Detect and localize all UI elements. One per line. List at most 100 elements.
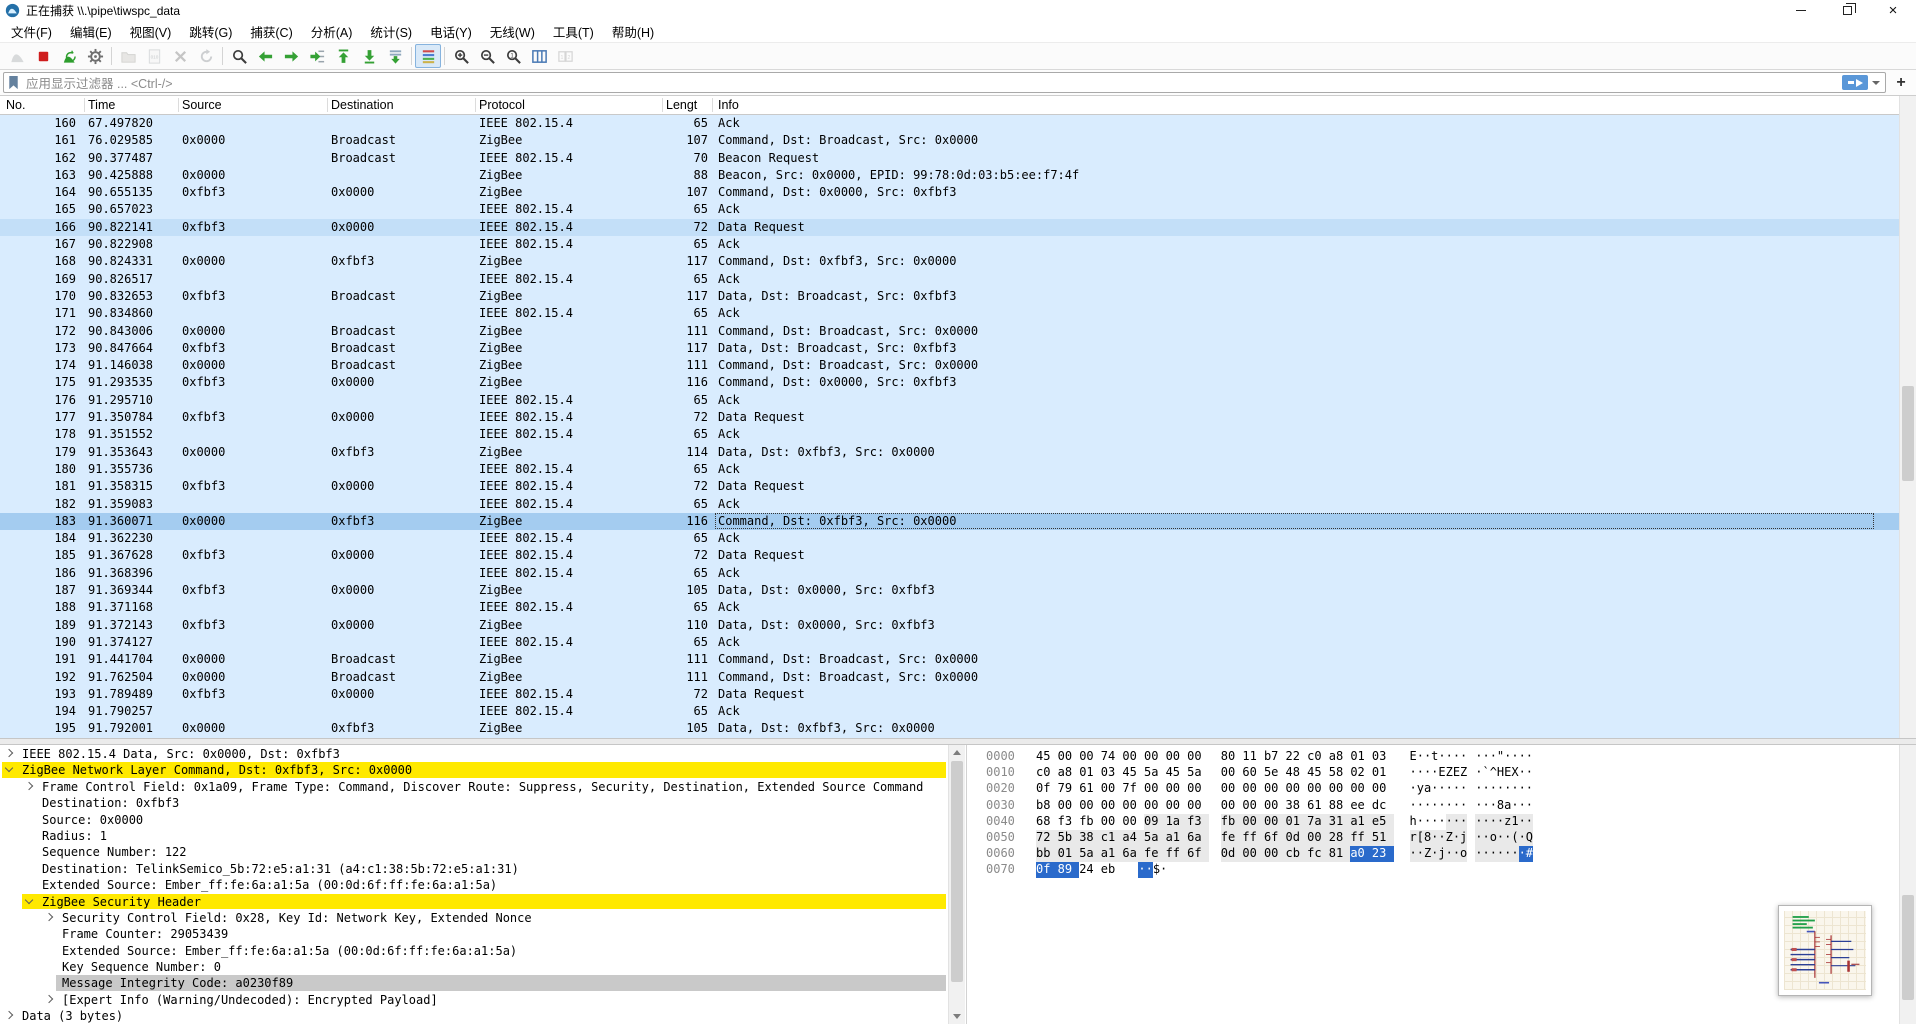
hex-row-0000[interactable]: 000045000074000000008011b722c0a80103E··t… xyxy=(967,749,1899,765)
packet-row-171[interactable]: 17190.834860IEEE 802.15.465Ack xyxy=(0,305,1899,322)
hex-byte[interactable]: 6f xyxy=(1264,830,1286,846)
hex-row-0020[interactable]: 00200f7961007f0000000000000000000000·ya·… xyxy=(967,781,1899,797)
hex-byte[interactable]: 01 xyxy=(1372,765,1394,781)
hex-byte[interactable]: 68 xyxy=(1036,814,1058,830)
menu-item-3[interactable]: 跳转(G) xyxy=(180,19,241,44)
filter-dropdown-caret-icon[interactable] xyxy=(1872,81,1880,85)
detail-line-10[interactable]: Security Control Field: 0x28, Key Id: Ne… xyxy=(0,910,948,926)
column-header-info[interactable]: Info xyxy=(718,98,739,112)
minimize-button[interactable] xyxy=(1778,0,1824,20)
hex-byte[interactable]: 5b xyxy=(1058,830,1080,846)
collapsed-arrow-icon[interactable] xyxy=(25,782,33,790)
hex-byte[interactable]: 74 xyxy=(1101,749,1123,765)
apply-filter-button[interactable] xyxy=(1842,75,1868,90)
hex-byte[interactable]: 0d xyxy=(1286,830,1308,846)
hex-byte[interactable]: 00 xyxy=(1101,798,1123,814)
hex-byte[interactable]: 00 xyxy=(1307,830,1329,846)
hex-byte[interactable]: bb xyxy=(1036,846,1058,862)
find-packet-icon[interactable] xyxy=(226,44,252,68)
hex-byte[interactable]: a8 xyxy=(1058,765,1080,781)
column-header-destination[interactable]: Destination xyxy=(331,98,394,112)
hex-byte[interactable]: 58 xyxy=(1329,765,1351,781)
hex-byte[interactable]: 89 xyxy=(1058,862,1080,878)
scroll-down-icon[interactable] xyxy=(953,1014,961,1019)
hex-byte[interactable]: 00 xyxy=(1079,798,1101,814)
hex-byte[interactable]: 5a xyxy=(1187,765,1209,781)
packet-row-181[interactable]: 18191.3583150xfbf30x0000IEEE 802.15.472D… xyxy=(0,478,1899,495)
detail-line-11[interactable]: Frame Counter: 29053439 xyxy=(0,926,948,942)
packet-row-190[interactable]: 19091.374127IEEE 802.15.465Ack xyxy=(0,634,1899,651)
packet-list-scrollbar[interactable] xyxy=(1899,96,1916,738)
stop-capture-icon[interactable] xyxy=(30,44,56,68)
menu-item-6[interactable]: 统计(S) xyxy=(361,19,421,44)
go-forward-icon[interactable] xyxy=(278,44,304,68)
hex-byte[interactable]: ff xyxy=(1350,830,1372,846)
hex-byte[interactable]: 00 xyxy=(1058,749,1080,765)
packet-row-177[interactable]: 17791.3507840xfbf30x0000IEEE 802.15.472D… xyxy=(0,409,1899,426)
hex-byte[interactable]: 72 xyxy=(1036,830,1058,846)
packet-list-scroll-thumb[interactable] xyxy=(1902,386,1914,481)
hex-byte[interactable]: f3 xyxy=(1058,814,1080,830)
hex-byte[interactable]: 00 xyxy=(1350,781,1372,797)
hex-byte[interactable]: 00 xyxy=(1242,846,1264,862)
menu-item-10[interactable]: 帮助(H) xyxy=(603,19,663,44)
hex-byte[interactable]: 00 xyxy=(1101,814,1123,830)
detail-line-6[interactable]: Sequence Number: 122 xyxy=(0,844,948,860)
hex-byte[interactable]: fe xyxy=(1221,830,1243,846)
hex-byte[interactable]: 00 xyxy=(1264,814,1286,830)
hex-byte[interactable]: a1 xyxy=(1350,814,1372,830)
packet-row-172[interactable]: 17290.8430060x0000BroadcastZigBee111Comm… xyxy=(0,323,1899,340)
collapsed-arrow-icon[interactable] xyxy=(45,913,53,921)
go-to-first-icon[interactable] xyxy=(330,44,356,68)
save-file-icon[interactable] xyxy=(141,44,167,68)
column-header-time[interactable]: Time xyxy=(88,98,115,112)
hex-byte[interactable]: 6f xyxy=(1187,846,1209,862)
detail-line-14[interactable]: Message Integrity Code: a0230f89 xyxy=(0,975,948,991)
hex-byte[interactable]: 00 xyxy=(1122,749,1144,765)
open-file-icon[interactable] xyxy=(115,44,141,68)
hex-byte[interactable]: b7 xyxy=(1264,749,1286,765)
hex-byte[interactable]: 38 xyxy=(1079,830,1101,846)
menu-item-7[interactable]: 电话(Y) xyxy=(421,19,481,44)
hex-byte[interactable]: a1 xyxy=(1101,846,1123,862)
hex-byte[interactable]: 00 xyxy=(1286,781,1308,797)
packet-row-188[interactable]: 18891.371168IEEE 802.15.465Ack xyxy=(0,599,1899,616)
detail-line-13[interactable]: Key Sequence Number: 0 xyxy=(0,959,948,975)
hex-byte[interactable]: 1a xyxy=(1166,814,1188,830)
detail-line-4[interactable]: Source: 0x0000 xyxy=(0,812,948,828)
hex-byte[interactable]: 00 xyxy=(1058,798,1080,814)
hex-byte[interactable]: 00 xyxy=(1101,781,1123,797)
hex-byte[interactable]: a4 xyxy=(1122,830,1144,846)
hex-row-0010[interactable]: 0010c0a80103455a455a00605e4845580201····… xyxy=(967,765,1899,781)
go-to-packet-icon[interactable] xyxy=(304,44,330,68)
hex-byte[interactable]: fb xyxy=(1221,814,1243,830)
auto-scroll-icon[interactable] xyxy=(382,44,408,68)
hex-byte[interactable]: dc xyxy=(1372,798,1394,814)
hex-byte[interactable]: eb xyxy=(1101,862,1123,878)
detail-line-8[interactable]: Extended Source: Ember_ff:fe:6a:a1:5a (0… xyxy=(0,877,948,893)
hex-byte[interactable]: ff xyxy=(1242,830,1264,846)
hex-byte[interactable]: 01 xyxy=(1058,846,1080,862)
display-columns-icon[interactable] xyxy=(552,44,578,68)
hex-byte[interactable]: 00 xyxy=(1221,765,1243,781)
close-file-icon[interactable] xyxy=(167,44,193,68)
detail-line-0[interactable]: IEEE 802.15.4 Data, Src: 0x0000, Dst: 0x… xyxy=(0,746,948,762)
menu-item-4[interactable]: 捕获(C) xyxy=(241,19,301,44)
collapsed-arrow-icon[interactable] xyxy=(5,1011,13,1019)
hex-byte[interactable]: 79 xyxy=(1058,781,1080,797)
hex-byte[interactable]: 00 xyxy=(1144,781,1166,797)
detail-line-7[interactable]: Destination: TelinkSemico_5b:72:e5:a1:31… xyxy=(0,861,948,877)
packet-row-189[interactable]: 18991.3721430xfbf30x0000ZigBee110Data, D… xyxy=(0,617,1899,634)
packet-row-179[interactable]: 17991.3536430x00000xfbf3ZigBee114Data, D… xyxy=(0,444,1899,461)
hex-row-0030[interactable]: 0030b800000000000000000000386188eedc····… xyxy=(967,798,1899,814)
display-filter-input[interactable]: 应用显示过滤器 ... <Ctrl-/> xyxy=(3,72,1886,93)
start-capture-icon[interactable] xyxy=(4,44,30,68)
packet-row-191[interactable]: 19191.4417040x0000BroadcastZigBee111Comm… xyxy=(0,651,1899,668)
hex-byte[interactable]: 00 xyxy=(1144,749,1166,765)
hex-scrollbar[interactable] xyxy=(1899,745,1916,1024)
hex-byte[interactable]: 24 xyxy=(1079,862,1101,878)
hex-byte[interactable]: 51 xyxy=(1372,830,1394,846)
pane-splitter[interactable] xyxy=(0,738,1916,745)
hex-byte[interactable]: 5a xyxy=(1144,765,1166,781)
restore-button[interactable] xyxy=(1824,0,1870,20)
